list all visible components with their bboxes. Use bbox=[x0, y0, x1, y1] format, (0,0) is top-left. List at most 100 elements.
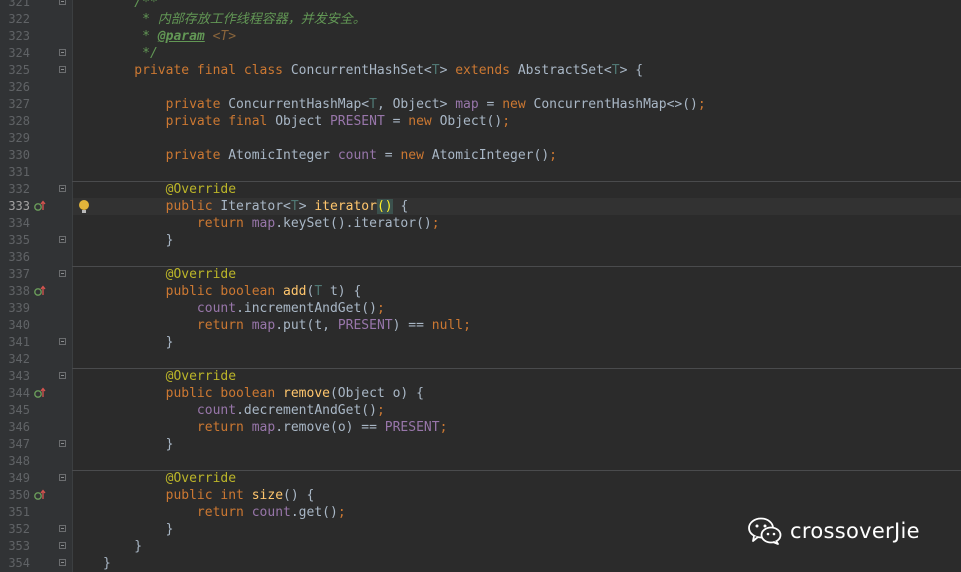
line-number[interactable]: 340 bbox=[4, 317, 30, 334]
code-text[interactable]: private final Object PRESENT = new Objec… bbox=[103, 113, 510, 130]
override-method-icon[interactable] bbox=[33, 387, 47, 400]
code-text[interactable]: * 内部存放工作线程容器，并发安全。 bbox=[103, 11, 366, 28]
code-line[interactable]: 340 return map.put(t, PRESENT) == null; bbox=[0, 317, 961, 334]
line-number[interactable]: 322 bbox=[4, 11, 30, 28]
line-number[interactable]: 329 bbox=[4, 130, 30, 147]
code-line[interactable]: 350 public int size() { bbox=[0, 487, 961, 504]
code-text[interactable]: private final class ConcurrentHashSet<T>… bbox=[103, 62, 643, 79]
lightbulb-icon[interactable] bbox=[79, 200, 89, 213]
line-number[interactable]: 353 bbox=[4, 538, 30, 555]
line-number[interactable]: 342 bbox=[4, 351, 30, 368]
code-line[interactable]: 327 private ConcurrentHashMap<T, Object>… bbox=[0, 96, 961, 113]
fold-toggle-icon[interactable] bbox=[59, 66, 66, 73]
code-text[interactable]: return map.remove(o) == PRESENT; bbox=[103, 419, 448, 436]
code-line[interactable]: 325 private final class ConcurrentHashSe… bbox=[0, 62, 961, 79]
code-line[interactable]: 330 private AtomicInteger count = new At… bbox=[0, 147, 961, 164]
line-number[interactable]: 351 bbox=[4, 504, 30, 521]
code-text[interactable]: @Override bbox=[103, 368, 236, 385]
line-number[interactable]: 338 bbox=[4, 283, 30, 300]
fold-toggle-icon[interactable] bbox=[59, 236, 66, 243]
code-text[interactable]: } bbox=[103, 538, 142, 555]
line-number[interactable]: 346 bbox=[4, 419, 30, 436]
code-text[interactable]: @Override bbox=[103, 266, 236, 283]
line-number[interactable]: 334 bbox=[4, 215, 30, 232]
line-number[interactable]: 321 bbox=[4, 0, 30, 11]
code-line[interactable]: 347 } bbox=[0, 436, 961, 453]
code-text[interactable]: public Iterator<T> iterator() { bbox=[103, 198, 408, 215]
line-number[interactable]: 336 bbox=[4, 249, 30, 266]
line-number[interactable]: 337 bbox=[4, 266, 30, 283]
fold-toggle-icon[interactable] bbox=[59, 0, 66, 5]
code-text[interactable]: /** bbox=[103, 0, 158, 11]
code-text[interactable]: public boolean remove(Object o) { bbox=[103, 385, 424, 402]
line-number[interactable]: 348 bbox=[4, 453, 30, 470]
fold-toggle-icon[interactable] bbox=[59, 525, 66, 532]
code-line[interactable]: 328 private final Object PRESENT = new O… bbox=[0, 113, 961, 130]
line-number[interactable]: 324 bbox=[4, 45, 30, 62]
code-text[interactable]: } bbox=[103, 436, 174, 453]
code-line[interactable]: 348 bbox=[0, 453, 961, 470]
code-line[interactable]: 341 } bbox=[0, 334, 961, 351]
line-number[interactable]: 339 bbox=[4, 300, 30, 317]
fold-toggle-icon[interactable] bbox=[59, 559, 66, 566]
fold-toggle-icon[interactable] bbox=[59, 542, 66, 549]
line-number[interactable]: 332 bbox=[4, 181, 30, 198]
code-text[interactable]: return map.keySet().iterator(); bbox=[103, 215, 440, 232]
code-text[interactable]: */ bbox=[103, 45, 158, 62]
code-text[interactable]: public boolean add(T t) { bbox=[103, 283, 362, 300]
code-line[interactable]: 335 } bbox=[0, 232, 961, 249]
line-number[interactable]: 327 bbox=[4, 96, 30, 113]
code-line[interactable]: 342 bbox=[0, 351, 961, 368]
code-text[interactable]: @Override bbox=[103, 181, 236, 198]
code-text[interactable]: } bbox=[103, 334, 174, 351]
line-number[interactable]: 352 bbox=[4, 521, 30, 538]
fold-toggle-icon[interactable] bbox=[59, 474, 66, 481]
code-text[interactable]: } bbox=[103, 232, 174, 249]
line-number[interactable]: 347 bbox=[4, 436, 30, 453]
override-method-icon[interactable] bbox=[33, 200, 47, 213]
code-line[interactable]: 321 /** bbox=[0, 0, 961, 11]
code-line[interactable]: 323 * @param <T> bbox=[0, 28, 961, 45]
code-line[interactable]: 332 @Override bbox=[0, 181, 961, 198]
override-method-icon[interactable] bbox=[33, 489, 47, 502]
line-number[interactable]: 345 bbox=[4, 402, 30, 419]
line-number[interactable]: 341 bbox=[4, 334, 30, 351]
code-text[interactable]: public int size() { bbox=[103, 487, 315, 504]
fold-toggle-icon[interactable] bbox=[59, 338, 66, 345]
code-line[interactable]: 343 @Override bbox=[0, 368, 961, 385]
code-line[interactable]: 354} bbox=[0, 555, 961, 572]
code-line[interactable]: 345 count.decrementAndGet(); bbox=[0, 402, 961, 419]
line-number[interactable]: 330 bbox=[4, 147, 30, 164]
code-text[interactable]: * @param <T> bbox=[103, 28, 236, 45]
fold-toggle-icon[interactable] bbox=[59, 49, 66, 56]
fold-toggle-icon[interactable] bbox=[59, 372, 66, 379]
code-line[interactable]: 334 return map.keySet().iterator(); bbox=[0, 215, 961, 232]
code-line[interactable]: 339 count.incrementAndGet(); bbox=[0, 300, 961, 317]
override-method-icon[interactable] bbox=[33, 285, 47, 298]
code-line[interactable]: 324 */ bbox=[0, 45, 961, 62]
code-text[interactable]: count.incrementAndGet(); bbox=[103, 300, 385, 317]
fold-toggle-icon[interactable] bbox=[59, 440, 66, 447]
line-number[interactable]: 333 bbox=[4, 198, 30, 215]
code-line[interactable]: 333 public Iterator<T> iterator() { bbox=[0, 198, 961, 215]
code-line[interactable]: 329 bbox=[0, 130, 961, 147]
line-number[interactable]: 331 bbox=[4, 164, 30, 181]
line-number[interactable]: 323 bbox=[4, 28, 30, 45]
code-text[interactable]: return count.get(); bbox=[103, 504, 346, 521]
fold-toggle-icon[interactable] bbox=[59, 270, 66, 277]
code-line[interactable]: 346 return map.remove(o) == PRESENT; bbox=[0, 419, 961, 436]
code-text[interactable]: private ConcurrentHashMap<T, Object> map… bbox=[103, 96, 706, 113]
code-line[interactable]: 326 bbox=[0, 79, 961, 96]
line-number[interactable]: 326 bbox=[4, 79, 30, 96]
line-number[interactable]: 328 bbox=[4, 113, 30, 130]
line-number[interactable]: 354 bbox=[4, 555, 30, 572]
code-text[interactable]: private AtomicInteger count = new Atomic… bbox=[103, 147, 557, 164]
line-number[interactable]: 349 bbox=[4, 470, 30, 487]
line-number[interactable]: 344 bbox=[4, 385, 30, 402]
code-line[interactable]: 331 bbox=[0, 164, 961, 181]
code-line[interactable]: 344 public boolean remove(Object o) { bbox=[0, 385, 961, 402]
code-line[interactable]: 322 * 内部存放工作线程容器，并发安全。 bbox=[0, 11, 961, 28]
code-line[interactable]: 338 public boolean add(T t) { bbox=[0, 283, 961, 300]
line-number[interactable]: 325 bbox=[4, 62, 30, 79]
fold-toggle-icon[interactable] bbox=[59, 185, 66, 192]
